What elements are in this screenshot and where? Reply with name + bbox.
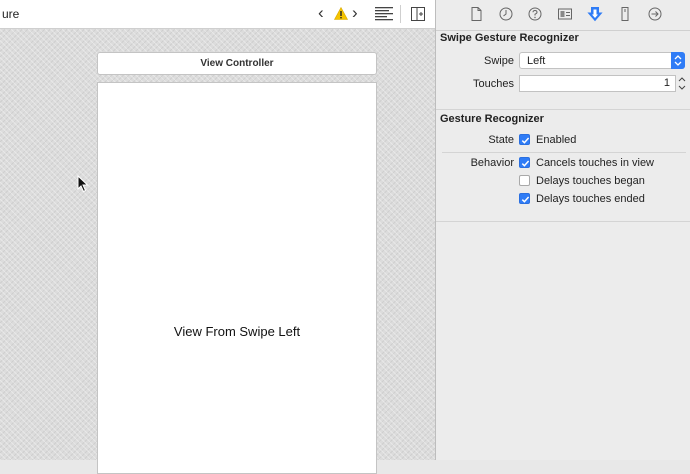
assistant-editor-icon[interactable]: [411, 7, 425, 21]
touches-label: Touches: [473, 78, 514, 90]
state-label: State: [488, 134, 514, 146]
enabled-checkbox-label[interactable]: Enabled: [536, 134, 576, 146]
inspector-tab-bar: [436, 0, 690, 31]
editor-tab-title[interactable]: ure: [2, 7, 19, 21]
mouse-pointer-icon: [77, 175, 89, 193]
view-controller-scene-dock[interactable]: View Controller: [97, 52, 377, 75]
size-icon[interactable]: [617, 6, 633, 22]
connections-icon[interactable]: [647, 6, 663, 22]
delays-began-checkbox[interactable]: [519, 175, 530, 186]
section-divider-bottom: [436, 221, 690, 222]
touches-field[interactable]: 1: [519, 75, 676, 92]
delays-ended-checkbox[interactable]: [519, 193, 530, 204]
nav-forward-button[interactable]: ›: [352, 4, 358, 22]
delays-began-label[interactable]: Delays touches began: [536, 175, 645, 187]
swipe-direction-value: Left: [527, 55, 546, 67]
toolbar-separator: [400, 5, 401, 23]
behavior-label: Behavior: [470, 157, 514, 169]
swipe-section-title: Swipe Gesture Recognizer: [440, 32, 579, 44]
cancels-touches-checkbox[interactable]: [519, 157, 530, 168]
touches-stepper-icon[interactable]: [678, 75, 686, 92]
help-icon[interactable]: [527, 6, 543, 22]
gesture-section-title: Gesture Recognizer: [440, 113, 544, 125]
popup-arrows-icon: [671, 52, 685, 69]
view-controller-scene[interactable]: View From Swipe Left: [97, 82, 377, 474]
warning-icon[interactable]: [334, 7, 348, 20]
identity-icon[interactable]: [557, 6, 573, 22]
file-icon[interactable]: [468, 6, 484, 22]
editor-jump-bar: ure ‹ ›: [0, 0, 435, 29]
section-divider: [436, 109, 690, 110]
storyboard-canvas[interactable]: ure ‹ › View Controller View From Swipe …: [0, 0, 435, 474]
row-divider: [442, 152, 686, 153]
history-icon[interactable]: [498, 6, 514, 22]
enabled-checkbox[interactable]: [519, 134, 530, 145]
lines-icon[interactable]: [375, 7, 393, 21]
swipe-label: Swipe: [484, 55, 514, 67]
attributes-icon[interactable]: [587, 6, 603, 22]
nav-back-button[interactable]: ‹: [318, 4, 324, 22]
scene-view-label: View From Swipe Left: [173, 324, 301, 339]
utilities-inspector: Swipe Gesture Recognizer Swipe Left Touc…: [436, 0, 690, 460]
swipe-direction-popup[interactable]: Left: [519, 52, 685, 69]
delays-ended-label[interactable]: Delays touches ended: [536, 193, 645, 205]
cancels-touches-label[interactable]: Cancels touches in view: [536, 157, 654, 169]
